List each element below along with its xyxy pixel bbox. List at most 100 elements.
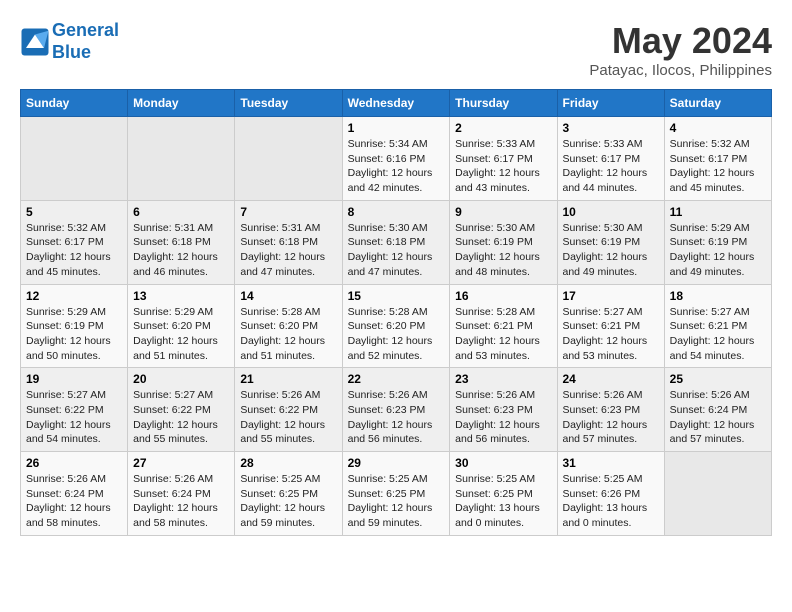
- day-number: 19: [26, 372, 122, 386]
- calendar-cell: 16Sunrise: 5:28 AM Sunset: 6:21 PM Dayli…: [450, 284, 557, 368]
- day-number: 30: [455, 456, 551, 470]
- calendar-week-row: 19 Sunrise: 5:27 AM Sunset: 6:22 PM Dayli…: [21, 368, 772, 452]
- day-info: Sunrise: 5:30 AM Sunset: 6:19 PM Dayligh…: [455, 222, 540, 278]
- weekday-header-tuesday: Tuesday: [235, 90, 342, 117]
- calendar-table: SundayMondayTuesdayWednesdayThursdayFrid…: [20, 89, 772, 536]
- weekday-header-thursday: Thursday: [450, 90, 557, 117]
- calendar-cell: 31 Sunrise: 5:25 AM Sunset: 6:26 PM Dayli…: [557, 452, 664, 536]
- day-info: Sunrise: 5:26 AM Sunset: 6:23 PM Dayligh…: [348, 389, 433, 445]
- day-info: Sunrise: 5:33 AM Sunset: 6:17 PM Dayligh…: [455, 138, 540, 194]
- day-info: Sunrise: 5:30 AM Sunset: 6:18 PM Dayligh…: [348, 222, 433, 278]
- day-info: Sunrise: 5:28 AM Sunset: 6:20 PM Dayligh…: [348, 306, 433, 362]
- day-number: 21: [240, 372, 336, 386]
- calendar-cell: 7 Sunrise: 5:31 AM Sunset: 6:18 PM Daylig…: [235, 200, 342, 284]
- day-number: 4: [670, 121, 766, 135]
- day-number: 3: [563, 121, 659, 135]
- day-info: Sunrise: 5:25 AM Sunset: 6:25 PM Dayligh…: [455, 473, 540, 529]
- calendar-cell: 5 Sunrise: 5:32 AM Sunset: 6:17 PM Daylig…: [21, 200, 128, 284]
- calendar-cell: 8 Sunrise: 5:30 AM Sunset: 6:18 PM Daylig…: [342, 200, 450, 284]
- day-number: 27: [133, 456, 229, 470]
- calendar-cell: 2 Sunrise: 5:33 AM Sunset: 6:17 PM Daylig…: [450, 117, 557, 201]
- calendar-week-row: 12Sunrise: 5:29 AM Sunset: 6:19 PM Dayli…: [21, 284, 772, 368]
- calendar-cell: [21, 117, 128, 201]
- day-info: Sunrise: 5:26 AM Sunset: 6:23 PM Dayligh…: [563, 389, 648, 445]
- calendar-cell: 17 Sunrise: 5:27 AM Sunset: 6:21 PM Dayli…: [557, 284, 664, 368]
- day-info: Sunrise: 5:27 AM Sunset: 6:22 PM Dayligh…: [26, 389, 111, 445]
- day-info: Sunrise: 5:26 AM Sunset: 6:24 PM Dayligh…: [670, 389, 755, 445]
- day-number: 7: [240, 205, 336, 219]
- day-number: 13: [133, 289, 229, 303]
- calendar-cell: 14 Sunrise: 5:28 AM Sunset: 6:20 PM Dayli…: [235, 284, 342, 368]
- calendar-cell: 15Sunrise: 5:28 AM Sunset: 6:20 PM Dayli…: [342, 284, 450, 368]
- day-info: Sunrise: 5:28 AM Sunset: 6:21 PM Dayligh…: [455, 306, 540, 362]
- calendar-week-row: 1 Sunrise: 5:34 AM Sunset: 6:16 PM Daylig…: [21, 117, 772, 201]
- location: Patayac, Ilocos, Philippines: [589, 62, 772, 79]
- day-number: 12: [26, 289, 122, 303]
- day-info: Sunrise: 5:26 AM Sunset: 6:24 PM Dayligh…: [133, 473, 218, 529]
- weekday-header-wednesday: Wednesday: [342, 90, 450, 117]
- day-info: Sunrise: 5:32 AM Sunset: 6:17 PM Dayligh…: [26, 222, 111, 278]
- calendar-cell: 9 Sunrise: 5:30 AM Sunset: 6:19 PM Daylig…: [450, 200, 557, 284]
- day-number: 23: [455, 372, 551, 386]
- day-number: 14: [240, 289, 336, 303]
- calendar-week-row: 5 Sunrise: 5:32 AM Sunset: 6:17 PM Daylig…: [21, 200, 772, 284]
- day-number: 29: [348, 456, 445, 470]
- calendar-cell: 6Sunrise: 5:31 AM Sunset: 6:18 PM Daylig…: [128, 200, 235, 284]
- day-info: Sunrise: 5:25 AM Sunset: 6:26 PM Dayligh…: [563, 473, 648, 529]
- day-number: 9: [455, 205, 551, 219]
- day-info: Sunrise: 5:27 AM Sunset: 6:22 PM Dayligh…: [133, 389, 218, 445]
- day-number: 11: [670, 205, 766, 219]
- calendar-cell: 21 Sunrise: 5:26 AM Sunset: 6:22 PM Dayli…: [235, 368, 342, 452]
- day-number: 2: [455, 121, 551, 135]
- day-number: 28: [240, 456, 336, 470]
- calendar-cell: 11Sunrise: 5:29 AM Sunset: 6:19 PM Dayli…: [664, 200, 771, 284]
- calendar-cell: 28Sunrise: 5:25 AM Sunset: 6:25 PM Dayli…: [235, 452, 342, 536]
- day-number: 22: [348, 372, 445, 386]
- day-number: 20: [133, 372, 229, 386]
- month-title: May 2024: [589, 20, 772, 62]
- weekday-header-monday: Monday: [128, 90, 235, 117]
- day-number: 8: [348, 205, 445, 219]
- day-number: 31: [563, 456, 659, 470]
- day-number: 26: [26, 456, 122, 470]
- day-info: Sunrise: 5:29 AM Sunset: 6:20 PM Dayligh…: [133, 306, 218, 362]
- day-info: Sunrise: 5:31 AM Sunset: 6:18 PM Dayligh…: [240, 222, 325, 278]
- calendar-cell: 25 Sunrise: 5:26 AM Sunset: 6:24 PM Dayli…: [664, 368, 771, 452]
- calendar-cell: 26 Sunrise: 5:26 AM Sunset: 6:24 PM Dayli…: [21, 452, 128, 536]
- day-number: 18: [670, 289, 766, 303]
- day-number: 5: [26, 205, 122, 219]
- calendar-cell: 30 Sunrise: 5:25 AM Sunset: 6:25 PM Dayli…: [450, 452, 557, 536]
- title-block: May 2024 Patayac, Ilocos, Philippines: [589, 20, 772, 79]
- day-number: 24: [563, 372, 659, 386]
- calendar-cell: 24 Sunrise: 5:26 AM Sunset: 6:23 PM Dayli…: [557, 368, 664, 452]
- weekday-header-row: SundayMondayTuesdayWednesdayThursdayFrid…: [21, 90, 772, 117]
- weekday-header-friday: Friday: [557, 90, 664, 117]
- day-info: Sunrise: 5:26 AM Sunset: 6:22 PM Dayligh…: [240, 389, 325, 445]
- calendar-cell: 29 Sunrise: 5:25 AM Sunset: 6:25 PM Dayli…: [342, 452, 450, 536]
- day-number: 25: [670, 372, 766, 386]
- day-info: Sunrise: 5:27 AM Sunset: 6:21 PM Dayligh…: [670, 306, 755, 362]
- day-info: Sunrise: 5:26 AM Sunset: 6:24 PM Dayligh…: [26, 473, 111, 529]
- calendar-cell: 12Sunrise: 5:29 AM Sunset: 6:19 PM Dayli…: [21, 284, 128, 368]
- page-header: General Blue May 2024 Patayac, Ilocos, P…: [20, 20, 772, 79]
- logo-icon: [20, 27, 50, 57]
- day-info: Sunrise: 5:33 AM Sunset: 6:17 PM Dayligh…: [563, 138, 648, 194]
- logo-text: General Blue: [52, 20, 119, 63]
- day-number: 17: [563, 289, 659, 303]
- day-info: Sunrise: 5:30 AM Sunset: 6:19 PM Dayligh…: [563, 222, 648, 278]
- day-number: 1: [348, 121, 445, 135]
- calendar-cell: [664, 452, 771, 536]
- day-info: Sunrise: 5:25 AM Sunset: 6:25 PM Dayligh…: [348, 473, 433, 529]
- day-info: Sunrise: 5:28 AM Sunset: 6:20 PM Dayligh…: [240, 306, 325, 362]
- calendar-cell: 20 Sunrise: 5:27 AM Sunset: 6:22 PM Dayli…: [128, 368, 235, 452]
- calendar-cell: 19 Sunrise: 5:27 AM Sunset: 6:22 PM Dayli…: [21, 368, 128, 452]
- day-info: Sunrise: 5:34 AM Sunset: 6:16 PM Dayligh…: [348, 138, 433, 194]
- weekday-header-saturday: Saturday: [664, 90, 771, 117]
- calendar-cell: 23Sunrise: 5:26 AM Sunset: 6:23 PM Dayli…: [450, 368, 557, 452]
- calendar-cell: [235, 117, 342, 201]
- logo: General Blue: [20, 20, 119, 63]
- weekday-header-sunday: Sunday: [21, 90, 128, 117]
- day-info: Sunrise: 5:27 AM Sunset: 6:21 PM Dayligh…: [563, 306, 648, 362]
- calendar-cell: 13 Sunrise: 5:29 AM Sunset: 6:20 PM Dayli…: [128, 284, 235, 368]
- calendar-cell: [128, 117, 235, 201]
